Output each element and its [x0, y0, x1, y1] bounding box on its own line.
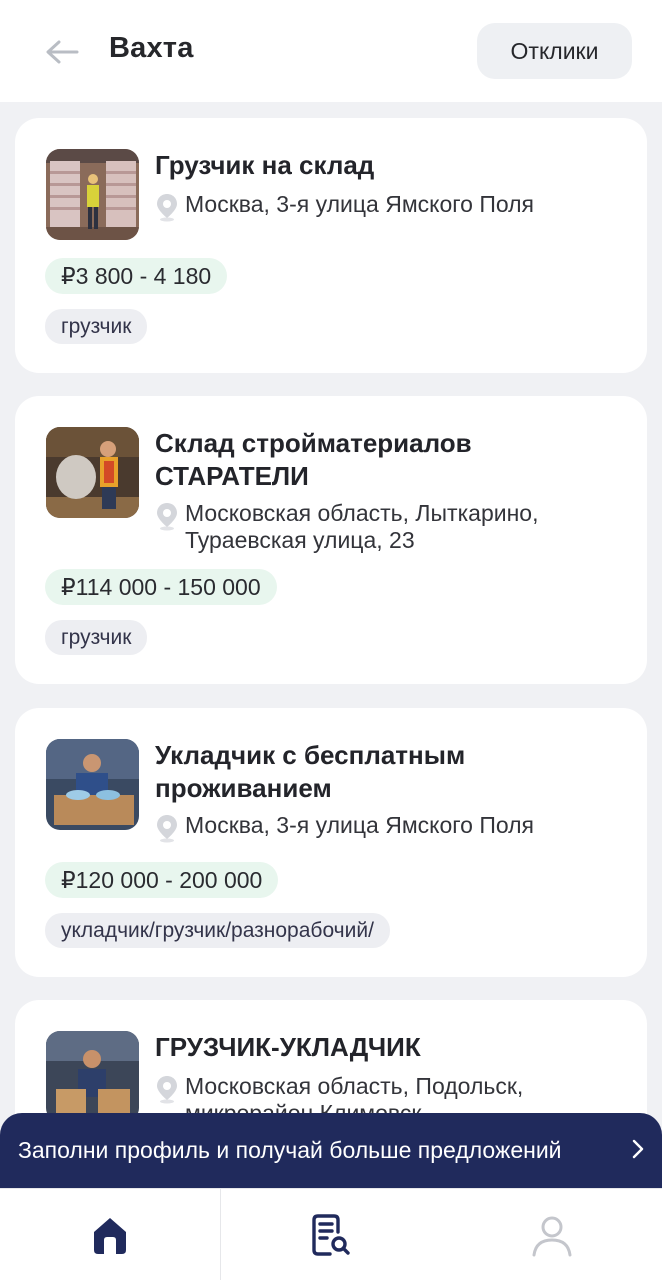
- job-tag: грузчик: [45, 309, 148, 344]
- job-card[interactable]: Грузчик на склад Москва, 3-я улица Ямско…: [15, 118, 647, 373]
- back-button[interactable]: [38, 30, 86, 74]
- responses-button[interactable]: Отклики: [477, 23, 632, 79]
- salary-badge: ₽114 000 - 150 000: [45, 569, 277, 605]
- tab-home[interactable]: [0, 1189, 220, 1280]
- job-list: Грузчик на склад Москва, 3-я улица Ямско…: [0, 102, 662, 1190]
- job-address: Московская область, Лыткарино, Тураевска…: [155, 500, 625, 554]
- tab-profile[interactable]: [442, 1189, 662, 1280]
- location-pin-icon: [157, 1076, 177, 1104]
- banner-text: Заполни профиль и получай больше предлож…: [18, 1137, 562, 1163]
- salary-badge: ₽120 000 - 200 000: [45, 862, 279, 898]
- salary-badge: ₽3 800 - 4 180: [45, 258, 228, 294]
- job-title: ГРУЗЧИК-УКЛАДЧИК: [155, 1032, 421, 1062]
- location-pin-icon: [157, 815, 177, 843]
- address-text: Московская область, Лыткарино, Тураевска…: [185, 500, 539, 553]
- chevron-right-icon: [632, 1139, 644, 1159]
- location-pin-icon: [157, 503, 177, 531]
- search-resume-icon: [312, 1214, 350, 1256]
- job-photo: [46, 149, 139, 240]
- tab-responses[interactable]: [221, 1189, 441, 1280]
- job-address: Москва, 3-я улица Ямского Поля: [155, 191, 625, 222]
- arrow-left-icon: [46, 40, 79, 64]
- job-photo: [46, 427, 139, 518]
- location-pin-icon: [157, 194, 177, 222]
- job-tag: укладчик/грузчик/разнорабочий/: [45, 913, 390, 948]
- home-icon: [94, 1218, 126, 1254]
- job-tag: грузчик: [45, 620, 148, 655]
- app-header: Вахта Отклики: [0, 0, 662, 102]
- job-address: Москва, 3-я улица Ямского Поля: [155, 812, 625, 843]
- page-title: Вахта: [109, 32, 194, 64]
- fill-profile-banner[interactable]: Заполни профиль и получай больше предлож…: [0, 1113, 662, 1188]
- job-photo: [46, 1031, 139, 1122]
- job-card[interactable]: Склад стройматериалов СТАРАТЕЛИ Московск…: [15, 396, 647, 684]
- job-title: Грузчик на склад: [155, 150, 375, 180]
- profile-icon: [532, 1216, 572, 1257]
- job-title: Укладчик с бесплатным проживанием: [155, 740, 466, 803]
- job-card[interactable]: Укладчик с бесплатным проживанием Москва…: [15, 708, 647, 977]
- address-text: Москва, 3-я улица Ямского Поля: [185, 191, 535, 217]
- job-photo: [46, 739, 139, 830]
- address-text: Москва, 3-я улица Ямского Поля: [185, 812, 535, 838]
- bottom-tab-bar: [0, 1188, 662, 1280]
- job-title: Склад стройматериалов СТАРАТЕЛИ: [155, 428, 472, 491]
